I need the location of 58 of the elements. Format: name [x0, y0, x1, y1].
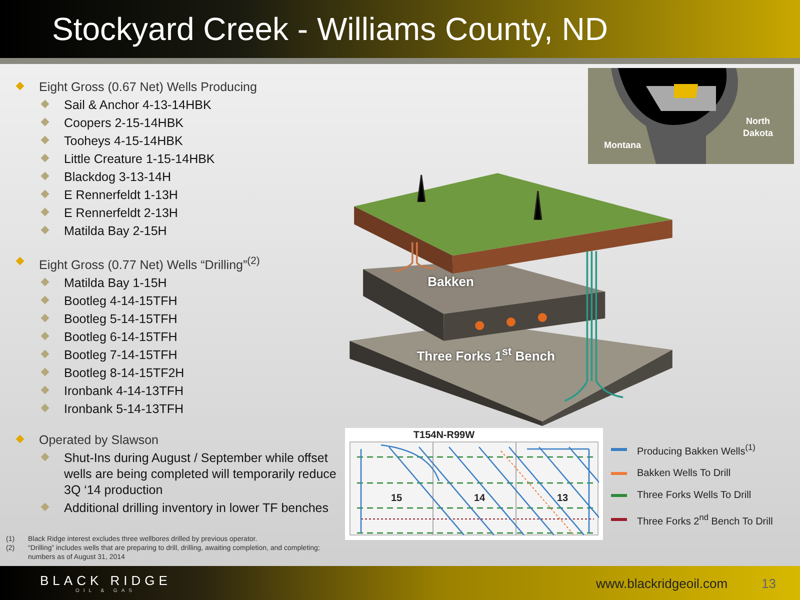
- legend-label: Producing Bakken Wells$^{(1)}$: [637, 442, 756, 458]
- bullet-icon: [40, 172, 50, 180]
- legend-label: Three Forks 2$^{nd}$ Bench To Drill: [637, 512, 773, 528]
- bullet-text: Bootleg 8-14-15TF2H: [64, 365, 184, 382]
- bullet-icon: [40, 208, 50, 216]
- section-number: 14: [474, 493, 486, 504]
- slide-title: Stockyard Creek - Williams County, ND: [52, 10, 608, 48]
- bullet-icon: [40, 226, 50, 234]
- bullet-text: Additional drilling inventory in lower TF benches: [64, 500, 328, 518]
- bullet-text: E Rennerfeldt 1-13H: [64, 187, 178, 204]
- bullet-text: E Rennerfeldt 2-13H: [64, 205, 178, 222]
- page-number: 13: [762, 576, 776, 590]
- bullet-icon: [40, 350, 50, 358]
- bullet-text: Bootleg 6-14-15TFH: [64, 329, 178, 346]
- section-number: 13: [557, 493, 568, 504]
- bullet-icon: [40, 404, 50, 412]
- bullet-text: Bootleg 4-14-15TFH: [64, 293, 178, 310]
- bullet-icon: [40, 368, 50, 376]
- bullet-icon: [16, 434, 24, 444]
- bullet-icon: [40, 154, 50, 162]
- bullet-text: Blackdog 3-13-14H: [64, 169, 172, 186]
- bullet-icon: [16, 82, 24, 90]
- bullet-text: Eight Gross (0.67 Net) Wells Producing: [39, 79, 257, 96]
- bullet-text: Bootleg 7-14-15TFH: [64, 347, 178, 364]
- bullet-text: Sail & Anchor 4-13-14HBK: [64, 97, 212, 114]
- bullet-icon: [40, 502, 50, 512]
- bullet-text: Bootleg 5-14-15TFH: [64, 311, 178, 328]
- bullet-text: Little Creature 1-15-14HBK: [64, 151, 215, 168]
- bullet-text: Matilda Bay 1-15H: [64, 275, 167, 292]
- bullet-icon: [40, 278, 50, 286]
- bullet-icon: [16, 256, 24, 266]
- website-url: www.blackridgeoil.com: [596, 576, 728, 590]
- logo-text: BLACK RIDGE: [40, 572, 172, 588]
- legend-label: Bakken Wells To Drill: [637, 468, 731, 480]
- bullet-icon: [40, 386, 50, 394]
- bullet-text: Shut-Ins during August / September while offset wells are being completed will temporarily reduce 3Q ‘14 production: [64, 450, 338, 500]
- bullet-text: Ironbank 5-14-13TFH: [64, 401, 184, 418]
- bullet-icon: [40, 314, 50, 322]
- bullet-text: Matilda Bay 2-15H: [64, 223, 167, 240]
- legend-label: Three Forks Wells To Drill: [637, 490, 752, 502]
- bullet-icon: [40, 136, 50, 144]
- section-number: 15: [391, 493, 402, 504]
- bullet-icon: [40, 332, 50, 340]
- layer-label: Three Forks 1$^{st}$ Bench: [416, 345, 555, 364]
- bullet-icon: [40, 296, 50, 304]
- map-label: North Dakota: [743, 116, 773, 138]
- bullet-text: Coopers 2-15-14HBK: [64, 115, 184, 132]
- township-label: T154N-R99W: [413, 430, 475, 441]
- bullet-text: Operated by Slawson: [39, 432, 159, 450]
- layer-label: Bakken: [428, 274, 474, 289]
- bullet-icon: [40, 452, 50, 462]
- bullet-icon: [40, 118, 50, 126]
- map-label: Montana: [604, 140, 641, 150]
- bullet-text: Ironbank 4-14-13TFH: [64, 383, 184, 400]
- bullet-text: Eight Gross (0.77 Net) Wells “Drilling”$^{(2)}$: [39, 255, 260, 274]
- bullet-icon: [40, 190, 50, 198]
- bullet-icon: [40, 100, 50, 108]
- bullet-text: Tooheys 4-15-14HBK: [64, 133, 183, 150]
